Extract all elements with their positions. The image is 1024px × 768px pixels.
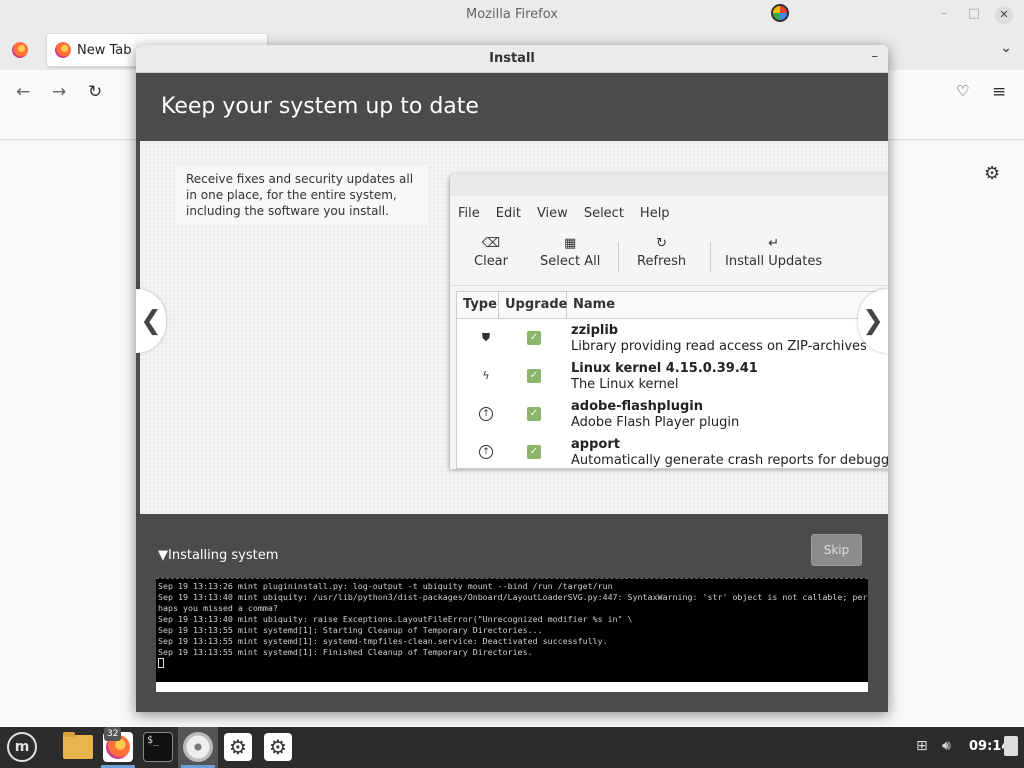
clear-button: ⌫ Clear	[474, 236, 508, 269]
log-line: Sep 19 13:13:55 mint systemd[1]: Finishe…	[158, 647, 533, 657]
install-dialog: Install – Keep your system up to date Re…	[136, 45, 888, 712]
back-arrow-icon[interactable]: ←	[16, 82, 30, 102]
select-all-icon: ▦	[564, 236, 577, 251]
checkbox-checked-icon: ✓	[527, 445, 541, 459]
expander-triangle-icon: ▼	[158, 548, 168, 563]
table-row: ↑ ✓ apport Automatically generate crash …	[457, 433, 888, 469]
refresh-button: ↻ Refresh	[637, 236, 686, 269]
menu-view: View	[536, 205, 568, 221]
table-row: ϟ ✓ Linux kernel 4.15.0.39.41 The Linux …	[457, 357, 888, 395]
update-manager-screenshot: File Edit View Select Help ⌫ Clear ▦ Sel…	[450, 174, 888, 469]
package-name: adobe-flashplugin	[571, 399, 703, 414]
reload-icon[interactable]: ↻	[88, 82, 102, 102]
settings-gear-icon[interactable]: ⚙	[264, 733, 292, 761]
firefox-icon	[55, 42, 71, 58]
checkbox-checked-icon: ✓	[527, 369, 541, 383]
table-header: Type Upgrade Name	[457, 292, 888, 319]
install-progress-area: ▼Installing system Skip Sep 19 13:13:26 …	[136, 514, 888, 712]
log-line: Sep 19 13:13:40 mint ubiquity: /usr/lib/…	[158, 592, 868, 602]
update-manager-titlebar	[450, 174, 888, 196]
install-updates-icon: ↵	[768, 236, 780, 251]
minimize-button[interactable]: –	[872, 49, 879, 64]
mint-menu-button[interactable]: m	[7, 732, 37, 762]
terminal-icon[interactable]: $_	[143, 732, 173, 762]
install-dialog-title: Install	[489, 51, 535, 66]
firefox-badge: 32	[104, 727, 122, 741]
clear-label: Clear	[474, 254, 508, 269]
table-row: ⛊ ✓ zziplib Library providing read acces…	[457, 319, 888, 357]
network-icon[interactable]: ⊞	[916, 738, 928, 754]
forward-arrow-icon[interactable]: →	[52, 82, 66, 102]
show-desktop-icon[interactable]	[1004, 736, 1018, 756]
firefox-view-icon[interactable]	[12, 42, 28, 58]
kernel-lightning-icon: ϟ	[482, 369, 490, 382]
menu-select: Select	[583, 205, 624, 221]
color-picker-icon	[771, 4, 789, 22]
installing-label: Installing system	[168, 548, 279, 563]
checkbox-checked-icon: ✓	[527, 331, 541, 345]
close-button[interactable]: ✕	[995, 6, 1013, 24]
terminal-cursor	[158, 658, 164, 668]
checkbox-checked-icon: ✓	[527, 407, 541, 421]
firefox-window-title: Mozilla Firefox	[466, 7, 558, 22]
upgrade-arrow-icon: ↑	[479, 445, 493, 459]
slideshow-slide: Receive fixes and security updates all i…	[136, 141, 888, 514]
column-name: Name	[573, 297, 616, 312]
package-description: Library providing read access on ZIP-arc…	[571, 339, 888, 354]
refresh-label: Refresh	[637, 254, 687, 269]
settings-gear-icon[interactable]: ⚙	[224, 733, 252, 761]
menu-help: Help	[639, 205, 670, 221]
column-upgrade: Upgrade	[499, 292, 567, 318]
previous-slide-button[interactable]: ❮	[136, 289, 166, 353]
install-log-terminal[interactable]: Sep 19 13:13:26 mint plugininstall.py: l…	[156, 578, 868, 682]
list-all-tabs-chevron-icon[interactable]: ⌄	[1000, 40, 1012, 56]
toolbar-separator	[618, 242, 619, 272]
package-description: Automatically generate crash reports for…	[571, 453, 888, 468]
log-line: Sep 19 13:13:40 mint ubiquity: raise Exc…	[158, 614, 633, 624]
select-all-label: Select All	[540, 254, 601, 269]
column-type: Type	[457, 292, 499, 318]
installing-expander[interactable]: ▼Installing system	[158, 548, 278, 563]
log-line: Sep 19 13:13:55 mint systemd[1]: Startin…	[158, 625, 543, 635]
slideshow-header: Keep your system up to date	[136, 73, 888, 141]
security-shield-icon: ⛊	[481, 331, 491, 344]
select-all-button: ▦ Select All	[540, 236, 600, 269]
install-progress-bar	[156, 682, 868, 692]
skip-button[interactable]: Skip	[811, 534, 862, 566]
toolbar-separator	[710, 242, 711, 272]
install-updates-label: Install Updates	[725, 254, 823, 269]
slide-description: Receive fixes and security updates all i…	[176, 166, 428, 224]
installer-disc-icon[interactable]	[183, 732, 213, 762]
maximize-button[interactable]: □	[965, 6, 983, 21]
table-row: ↑ ✓ adobe-flashplugin Adobe Flash Player…	[457, 395, 888, 433]
package-description: The Linux kernel	[571, 377, 679, 392]
package-name: zziplib	[571, 323, 619, 338]
update-manager-toolbar: ⌫ Clear ▦ Select All ↻ Refresh ↵ Install…	[450, 230, 888, 286]
log-line: Sep 19 13:13:26 mint plugininstall.py: l…	[158, 581, 613, 591]
package-name: apport	[571, 437, 620, 452]
log-line: haps you missed a comma?	[158, 603, 278, 613]
menu-file: File	[458, 205, 480, 221]
package-name: Linux kernel 4.15.0.39.41	[571, 361, 758, 376]
files-folder-icon[interactable]	[63, 732, 93, 759]
updates-table: Type Upgrade Name ⛊ ✓ zziplib Library pr…	[456, 291, 888, 469]
hamburger-menu-icon[interactable]: ≡	[992, 82, 1006, 102]
slide-heading: Keep your system up to date	[161, 94, 479, 119]
settings-gear-icon[interactable]: ⚙	[984, 163, 1000, 184]
volume-icon[interactable]: 🔊︎	[942, 738, 951, 754]
taskbar: m 32 $_ ⚙ ⚙ ⊞ 🔊︎ 09:14	[0, 727, 1024, 768]
clear-icon: ⌫	[481, 236, 501, 251]
tab-label: New Tab	[77, 43, 132, 58]
upgrade-arrow-icon: ↑	[479, 407, 493, 421]
update-manager-menubar: File Edit View Select Help	[450, 196, 888, 230]
menu-edit: Edit	[495, 205, 521, 221]
refresh-icon: ↻	[656, 236, 667, 251]
firefox-titlebar: Mozilla Firefox – □ ✕	[0, 0, 1024, 30]
minimize-button[interactable]: –	[935, 6, 953, 21]
install-updates-button: ↵ Install Updates	[725, 236, 822, 269]
install-dialog-titlebar: Install –	[136, 45, 888, 73]
pocket-icon[interactable]: ♡	[956, 82, 969, 100]
log-line: Sep 19 13:13:55 mint systemd[1]: systemd…	[158, 636, 608, 646]
package-description: Adobe Flash Player plugin	[571, 415, 740, 430]
